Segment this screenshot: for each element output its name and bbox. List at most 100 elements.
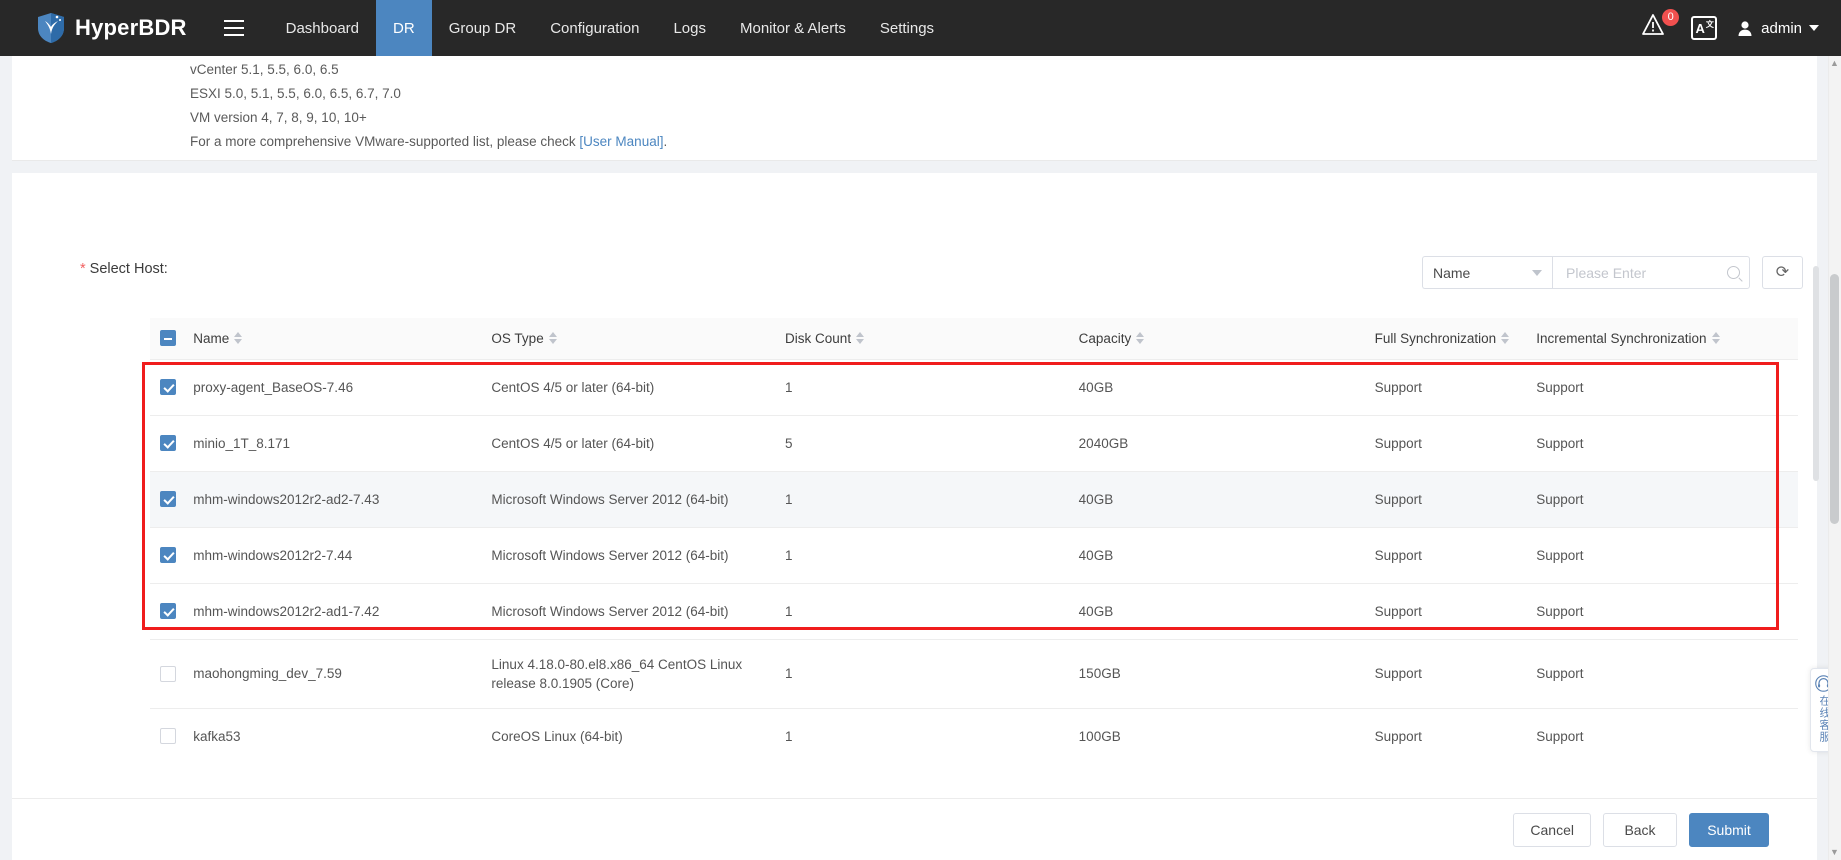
nav-item-monitor-alerts[interactable]: Monitor & Alerts [723, 0, 863, 56]
inner-scroll-thumb[interactable] [1813, 266, 1819, 481]
row-checkbox[interactable] [160, 728, 176, 745]
cell-os-type: Microsoft Windows Server 2012 (64-bit) [491, 471, 786, 528]
sort-icon[interactable] [1711, 332, 1720, 345]
column-header-incremental-sync[interactable]: Incremental Synchronization [1536, 318, 1798, 360]
cell-os-type: CentOS 4/5 or later (64-bit) [491, 415, 786, 472]
page-scrollbar-thumb[interactable] [1830, 274, 1839, 524]
search-icon[interactable] [1727, 266, 1740, 279]
nav-item-logs[interactable]: Logs [656, 0, 723, 56]
search-box[interactable] [1552, 256, 1750, 289]
cell-disk-count: 5 [785, 415, 1079, 472]
row-checkbox[interactable] [160, 547, 176, 564]
nav-item-configuration[interactable]: Configuration [533, 0, 656, 56]
cell-full-sync: Support [1374, 708, 1537, 748]
submit-button[interactable]: Submit [1689, 812, 1769, 847]
language-switch-icon[interactable]: A文 [1691, 16, 1718, 40]
cell-full-sync-text: Support [1374, 666, 1422, 681]
row-select-cell[interactable] [150, 583, 194, 640]
language-glyph: A [1695, 20, 1705, 36]
cell-name: mhm-windows2012r2-7.44 [193, 527, 492, 584]
cell-os-type-text: CoreOS Linux (64-bit) [491, 728, 623, 744]
column-header-capacity[interactable]: Capacity [1078, 318, 1375, 360]
cell-incremental-sync-text: Support [1536, 666, 1584, 681]
refresh-button[interactable]: ⟳ [1762, 256, 1803, 289]
cell-os-type: CentOS 4/5 or later (64-bit) [491, 359, 786, 416]
nav-item-dashboard[interactable]: Dashboard [269, 0, 376, 56]
search-input[interactable] [1564, 263, 1719, 282]
table-row[interactable]: maohongming_dev_7.59 Linux 4.18.0-80.el8.… [150, 639, 1798, 709]
nav-item-group-dr[interactable]: Group DR [432, 0, 534, 56]
row-checkbox[interactable] [160, 603, 176, 620]
row-checkbox[interactable] [160, 491, 176, 508]
alerts-count-badge: 0 [1662, 9, 1680, 26]
table-row[interactable]: minio_1T_8.171 CentOS 4/5 or later (64-bi… [150, 415, 1798, 472]
sort-icon[interactable] [856, 332, 865, 345]
row-checkbox[interactable] [160, 435, 176, 452]
cell-incremental-sync-text: Support [1536, 491, 1584, 507]
cell-disk-count: 1 [785, 471, 1079, 528]
cell-os-type: Microsoft Windows Server 2012 (64-bit) [491, 583, 786, 640]
brand-logo-area[interactable]: HyperBDR [0, 0, 213, 56]
column-header-incremental-sync-label: Incremental Synchronization [1536, 330, 1707, 346]
scrollbar-down-arrow[interactable]: ▼ [1829, 847, 1840, 858]
table-row[interactable]: mhm-windows2012r2-ad1-7.42 Microsoft Wind… [150, 583, 1798, 640]
user-name: admin [1761, 19, 1802, 37]
cell-capacity-text: 2040GB [1078, 435, 1129, 451]
alerts-button[interactable]: 0 [1641, 9, 1680, 44]
cell-disk-count-text: 1 [785, 491, 793, 507]
cell-name: maohongming_dev_7.59 [193, 639, 492, 709]
cell-disk-count-text: 1 [785, 603, 793, 619]
user-menu[interactable]: admin [1737, 20, 1819, 37]
row-select-cell[interactable] [150, 639, 194, 709]
row-checkbox[interactable] [160, 665, 176, 682]
info-line-vcenter: vCenter 5.1, 5.5, 6.0, 6.5 [190, 62, 339, 77]
info-footnote: For a more comprehensive VMware-supporte… [190, 130, 1817, 154]
cell-incremental-sync-text: Support [1536, 547, 1584, 563]
cell-disk-count-text: 5 [785, 435, 793, 451]
cell-incremental-sync: Support [1536, 471, 1798, 528]
sort-icon[interactable] [234, 332, 243, 345]
cell-os-type: CoreOS Linux (64-bit) [491, 708, 786, 748]
nav-item-dr[interactable]: DR [376, 0, 432, 56]
column-header-name-label: Name [193, 330, 230, 346]
select-all-checkbox[interactable] [160, 330, 176, 347]
cell-name-text: proxy-agent_BaseOS-7.46 [193, 379, 354, 395]
host-table-container: Name OS Type Disk Count Capacity Full Sy… [150, 318, 1798, 748]
cell-incremental-sync-text: Support [1536, 379, 1584, 395]
refresh-icon: ⟳ [1775, 263, 1790, 281]
cell-full-sync-text: Support [1374, 491, 1422, 507]
cell-name: proxy-agent_BaseOS-7.46 [193, 359, 492, 416]
table-row[interactable]: proxy-agent_BaseOS-7.46 CentOS 4/5 or lat… [150, 359, 1798, 416]
column-header-name[interactable]: Name [193, 318, 492, 360]
column-header-full-sync[interactable]: Full Synchronization [1374, 318, 1537, 360]
nav-item-settings[interactable]: Settings [863, 0, 951, 56]
back-button[interactable]: Back [1603, 812, 1677, 847]
cell-capacity: 2040GB [1078, 415, 1375, 472]
table-row[interactable]: kafka53 CoreOS Linux (64-bit) 1 100GB Suppor… [150, 708, 1798, 748]
row-select-cell[interactable] [150, 708, 194, 748]
column-header-os-type[interactable]: OS Type [491, 318, 786, 360]
table-row[interactable]: mhm-windows2012r2-7.44 Microsoft Windows … [150, 527, 1798, 584]
cell-os-type-text: Microsoft Windows Server 2012 (64-bit) [491, 491, 729, 507]
required-marker: * [80, 261, 86, 277]
select-host-label-text: Select Host: [89, 261, 168, 277]
cell-disk-count-text: 1 [785, 728, 793, 744]
row-select-cell[interactable] [150, 527, 194, 584]
filter-field-select[interactable]: Name [1422, 256, 1552, 289]
sort-icon[interactable] [1136, 332, 1145, 345]
column-header-disk-count[interactable]: Disk Count [785, 318, 1079, 360]
cancel-button[interactable]: Cancel [1513, 812, 1591, 847]
sort-icon[interactable] [548, 332, 557, 345]
hamburger-menu-icon[interactable] [213, 0, 255, 56]
row-select-cell[interactable] [150, 415, 194, 472]
scrollbar-up-arrow[interactable]: ▲ [1829, 58, 1840, 69]
user-manual-link[interactable]: [User Manual] [579, 134, 663, 149]
cell-name-text: minio_1T_8.171 [193, 435, 291, 451]
row-checkbox[interactable] [160, 379, 176, 396]
select-all-header [150, 318, 194, 360]
cell-name-text: kafka53 [193, 728, 241, 744]
row-select-cell[interactable] [150, 471, 194, 528]
row-select-cell[interactable] [150, 359, 194, 416]
table-row[interactable]: mhm-windows2012r2-ad2-7.43 Microsoft Wind… [150, 471, 1798, 528]
sort-icon[interactable] [1501, 332, 1510, 345]
